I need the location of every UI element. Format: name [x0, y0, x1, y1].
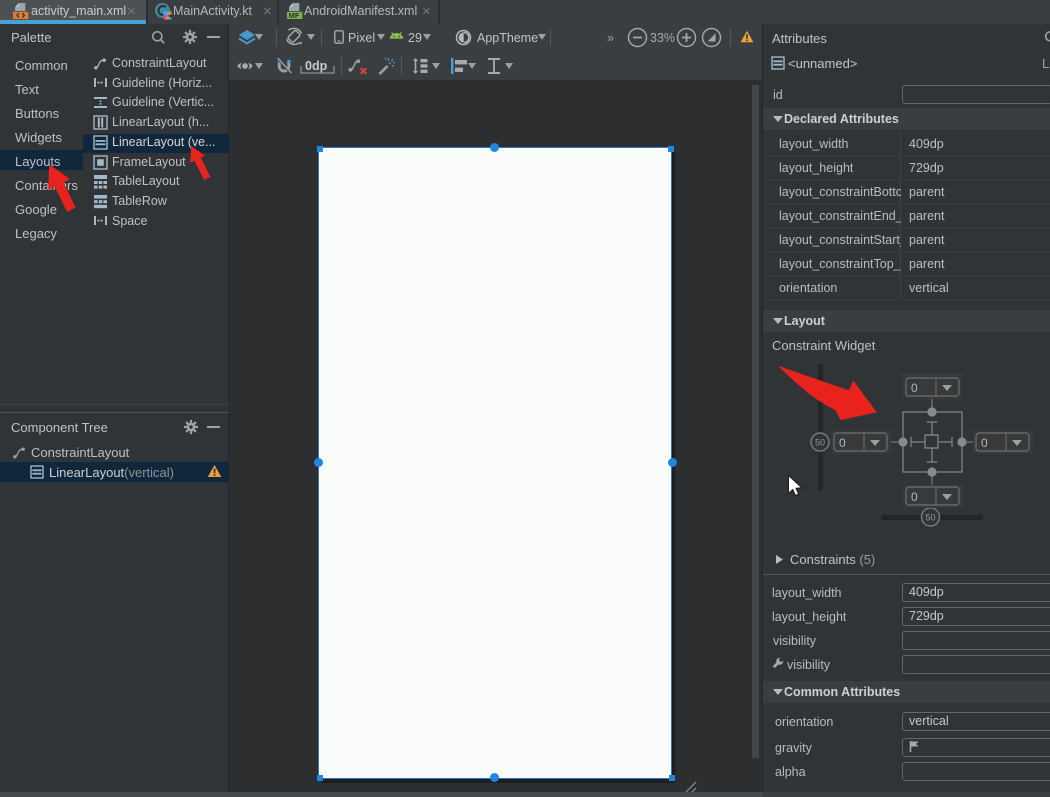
svg-text:0: 0 — [981, 436, 988, 450]
svg-text:0: 0 — [911, 381, 918, 395]
svg-text:0: 0 — [839, 436, 846, 450]
svg-text:0: 0 — [911, 490, 918, 504]
svg-text:50: 50 — [815, 438, 825, 448]
svg-text:MF: MF — [289, 11, 300, 20]
svg-text:50: 50 — [925, 513, 935, 523]
